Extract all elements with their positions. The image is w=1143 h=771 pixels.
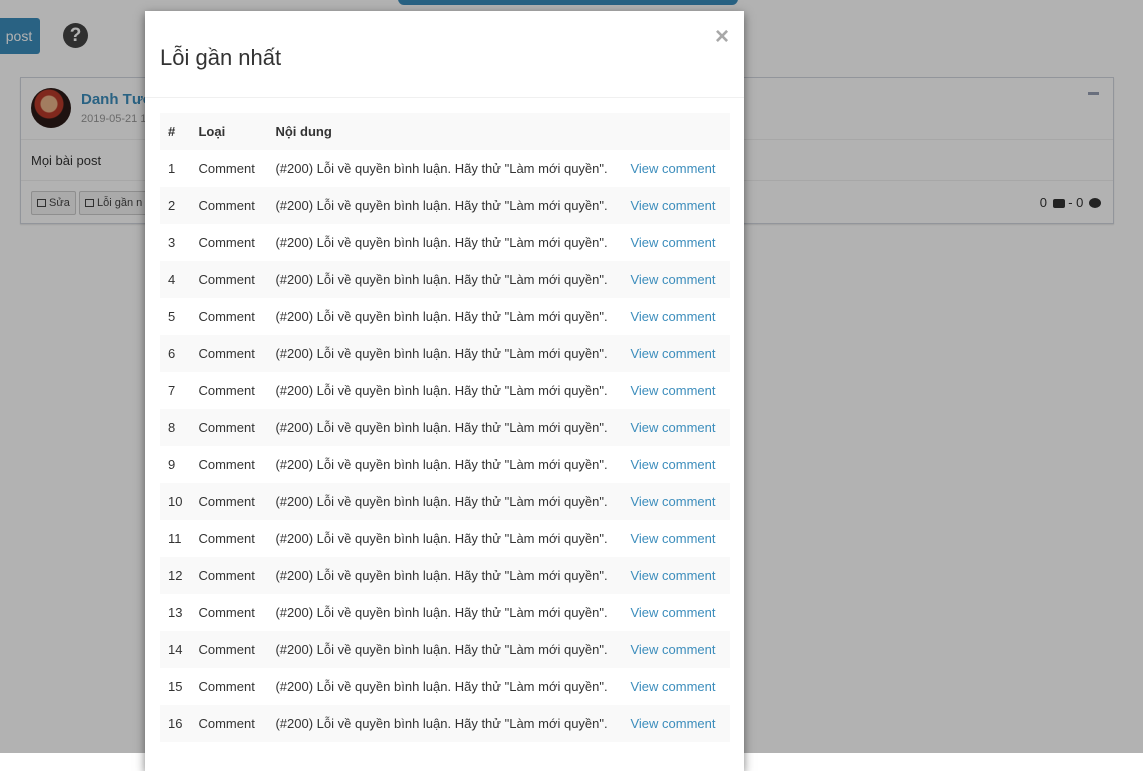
view-comment-link[interactable]: View comment — [622, 187, 730, 224]
row-message: (#200) Lỗi về quyền bình luận. Hãy thử "… — [275, 346, 608, 361]
row-type: Comment — [198, 605, 255, 620]
row-number: 7 — [168, 383, 176, 398]
header-number: # — [168, 124, 176, 139]
view-comment-link[interactable]: View comment — [622, 557, 730, 594]
table-row: 7 Comment (#200) Lỗi về quyền bình luận. H… — [160, 372, 730, 409]
row-number: 10 — [168, 494, 183, 509]
row-type: Comment — [198, 272, 255, 287]
header-action — [622, 113, 730, 150]
view-comment-link[interactable]: View comment — [622, 446, 730, 483]
table-row: 16 Comment (#200) Lỗi về quyền bình luận. … — [160, 705, 730, 742]
row-number: 4 — [168, 272, 176, 287]
view-comment-link[interactable]: View comment — [622, 520, 730, 557]
table-row: 9 Comment (#200) Lỗi về quyền bình luận. H… — [160, 446, 730, 483]
row-type: Comment — [198, 309, 255, 324]
view-comment-link[interactable]: View comment — [622, 298, 730, 335]
row-type: Comment — [198, 642, 255, 657]
table-row: 3 Comment (#200) Lỗi về quyền bình luận. H… — [160, 224, 730, 261]
row-message: (#200) Lỗi về quyền bình luận. Hãy thử "… — [275, 383, 608, 398]
view-comment-link[interactable]: View comment — [622, 150, 730, 187]
view-comment-link[interactable]: View comment — [622, 335, 730, 372]
errors-table-wrap: # Loại Nội dung 1 Comment (#200) Lỗi về qu… — [160, 113, 730, 742]
row-number: 12 — [168, 568, 183, 583]
row-number: 2 — [168, 198, 176, 213]
row-number: 1 — [168, 161, 176, 176]
row-number: 6 — [168, 346, 176, 361]
row-number: 3 — [168, 235, 176, 250]
table-row: 10 Comment (#200) Lỗi về quyền bình luận. … — [160, 483, 730, 520]
row-number: 11 — [168, 531, 182, 546]
row-message: (#200) Lỗi về quyền bình luận. Hãy thử "… — [275, 642, 608, 657]
table-row: 5 Comment (#200) Lỗi về quyền bình luận. H… — [160, 298, 730, 335]
recent-errors-modal: Lỗi gần nhất × # Loại Nội dung 1 Comment (… — [145, 11, 744, 771]
errors-table: # Loại Nội dung 1 Comment (#200) Lỗi về qu… — [160, 113, 730, 742]
row-type: Comment — [198, 568, 255, 583]
row-message: (#200) Lỗi về quyền bình luận. Hãy thử "… — [275, 605, 608, 620]
table-row: 11 Comment (#200) Lỗi về quyền bình luận. … — [160, 520, 730, 557]
row-type: Comment — [198, 161, 255, 176]
row-message: (#200) Lỗi về quyền bình luận. Hãy thử "… — [275, 161, 608, 176]
row-number: 9 — [168, 457, 176, 472]
row-message: (#200) Lỗi về quyền bình luận. Hãy thử "… — [275, 494, 608, 509]
row-number: 14 — [168, 642, 183, 657]
table-header-row: # Loại Nội dung — [160, 113, 730, 150]
row-type: Comment — [198, 716, 255, 731]
row-type: Comment — [198, 420, 255, 435]
table-row: 4 Comment (#200) Lỗi về quyền bình luận. H… — [160, 261, 730, 298]
row-type: Comment — [198, 235, 255, 250]
row-type: Comment — [198, 457, 255, 472]
row-message: (#200) Lỗi về quyền bình luận. Hãy thử "… — [275, 309, 608, 324]
table-row: 1 Comment (#200) Lỗi về quyền bình luận. H… — [160, 150, 730, 187]
table-row: 14 Comment (#200) Lỗi về quyền bình luận. … — [160, 631, 730, 668]
table-row: 6 Comment (#200) Lỗi về quyền bình luận. H… — [160, 335, 730, 372]
row-type: Comment — [198, 383, 255, 398]
row-message: (#200) Lỗi về quyền bình luận. Hãy thử "… — [275, 568, 608, 583]
row-message: (#200) Lỗi về quyền bình luận. Hãy thử "… — [275, 198, 608, 213]
row-message: (#200) Lỗi về quyền bình luận. Hãy thử "… — [275, 716, 608, 731]
row-message: (#200) Lỗi về quyền bình luận. Hãy thử "… — [275, 457, 608, 472]
row-number: 8 — [168, 420, 176, 435]
view-comment-link[interactable]: View comment — [622, 483, 730, 520]
modal-header: Lỗi gần nhất × — [145, 11, 744, 98]
view-comment-link[interactable]: View comment — [622, 631, 730, 668]
view-comment-link[interactable]: View comment — [622, 594, 730, 631]
view-comment-link[interactable]: View comment — [622, 668, 730, 705]
row-number: 15 — [168, 679, 183, 694]
header-type: Loại — [198, 124, 226, 139]
row-type: Comment — [198, 679, 255, 694]
row-number: 16 — [168, 716, 183, 731]
view-comment-link[interactable]: View comment — [622, 261, 730, 298]
row-type: Comment — [198, 494, 255, 509]
row-message: (#200) Lỗi về quyền bình luận. Hãy thử "… — [275, 272, 608, 287]
view-comment-link[interactable]: View comment — [622, 409, 730, 446]
table-row: 8 Comment (#200) Lỗi về quyền bình luận. H… — [160, 409, 730, 446]
header-content: Nội dung — [275, 124, 332, 139]
row-message: (#200) Lỗi về quyền bình luận. Hãy thử "… — [275, 531, 608, 546]
row-message: (#200) Lỗi về quyền bình luận. Hãy thử "… — [275, 679, 608, 694]
row-message: (#200) Lỗi về quyền bình luận. Hãy thử "… — [275, 235, 608, 250]
view-comment-link[interactable]: View comment — [622, 224, 730, 261]
row-type: Comment — [198, 531, 255, 546]
table-row: 2 Comment (#200) Lỗi về quyền bình luận. H… — [160, 187, 730, 224]
table-row: 12 Comment (#200) Lỗi về quyền bình luận. … — [160, 557, 730, 594]
row-number: 13 — [168, 605, 183, 620]
row-message: (#200) Lỗi về quyền bình luận. Hãy thử "… — [275, 420, 608, 435]
close-icon[interactable]: × — [715, 25, 729, 49]
row-type: Comment — [198, 346, 255, 361]
view-comment-link[interactable]: View comment — [622, 372, 730, 409]
table-row: 13 Comment (#200) Lỗi về quyền bình luận. … — [160, 594, 730, 631]
row-number: 5 — [168, 309, 176, 324]
view-comment-link[interactable]: View comment — [622, 705, 730, 742]
modal-title: Lỗi gần nhất — [160, 45, 282, 70]
row-type: Comment — [198, 198, 255, 213]
table-row: 15 Comment (#200) Lỗi về quyền bình luận. … — [160, 668, 730, 705]
